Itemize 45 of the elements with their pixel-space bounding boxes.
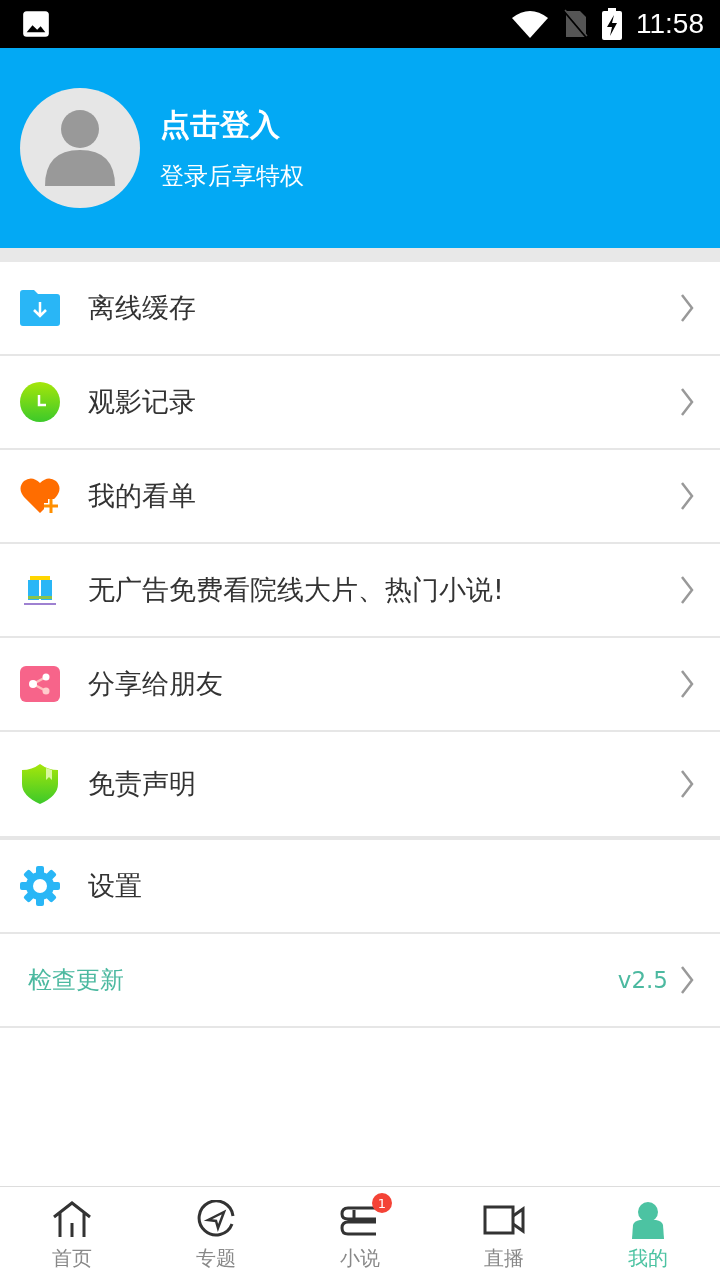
menu-item[interactable]: 免责声明 (0, 732, 720, 836)
wifi-icon (512, 10, 548, 38)
video-camera-icon (483, 1205, 525, 1235)
home-icon (52, 1201, 92, 1239)
update-label: 检查更新 (27, 965, 125, 996)
version-text: v2.5 (617, 967, 668, 993)
menu-label: 离线缓存 (88, 291, 197, 325)
shield-icon (20, 764, 60, 804)
login-subtitle: 登录后享特权 (160, 160, 304, 192)
avatar-icon (20, 88, 140, 208)
chevron-icon (680, 388, 694, 416)
nav-tab[interactable]: 专题 (144, 1187, 288, 1280)
chevron-icon (680, 294, 694, 322)
chevron-icon (680, 670, 694, 698)
menu-label: 无广告免费看院线大片、热门小说! (88, 573, 505, 607)
menu-label: 免责声明 (88, 767, 197, 801)
menu-label: 设置 (88, 869, 143, 903)
person-icon (630, 1201, 666, 1239)
image-icon (22, 10, 50, 38)
clock-time: 11:58 (636, 8, 704, 40)
heart-plus-icon (20, 477, 60, 515)
menu-item[interactable]: 观影记录 (0, 356, 720, 450)
battery-icon (602, 8, 622, 40)
chevron-icon (680, 770, 694, 798)
menu-item[interactable]: 分享给朋友 (0, 638, 720, 732)
menu-item[interactable]: 无广告免费看院线大片、热门小说! (0, 544, 720, 638)
menu-label: 我的看单 (88, 479, 197, 513)
chevron-icon (680, 966, 694, 994)
notification-badge: 1 (372, 1193, 392, 1213)
menu-label: 观影记录 (88, 385, 197, 419)
folder-download-icon (20, 290, 60, 326)
nav-tab[interactable]: 首页 (0, 1187, 144, 1280)
chevron-icon (680, 482, 694, 510)
clock-icon (20, 382, 60, 422)
nav-tab[interactable]: 1 小说 (288, 1187, 432, 1280)
login-title: 点击登入 (160, 105, 281, 144)
settings-icon (20, 866, 60, 906)
menu-item[interactable]: 我的看单 (0, 450, 720, 544)
menu-item[interactable]: 离线缓存 (0, 262, 720, 356)
menu-item[interactable]: 设置 (0, 840, 720, 934)
menu-label: 分享给朋友 (88, 667, 224, 701)
share-icon (20, 666, 60, 702)
no-sim-icon (562, 9, 588, 39)
nav-tab[interactable]: 直播 (432, 1187, 576, 1280)
chevron-icon (680, 576, 694, 604)
